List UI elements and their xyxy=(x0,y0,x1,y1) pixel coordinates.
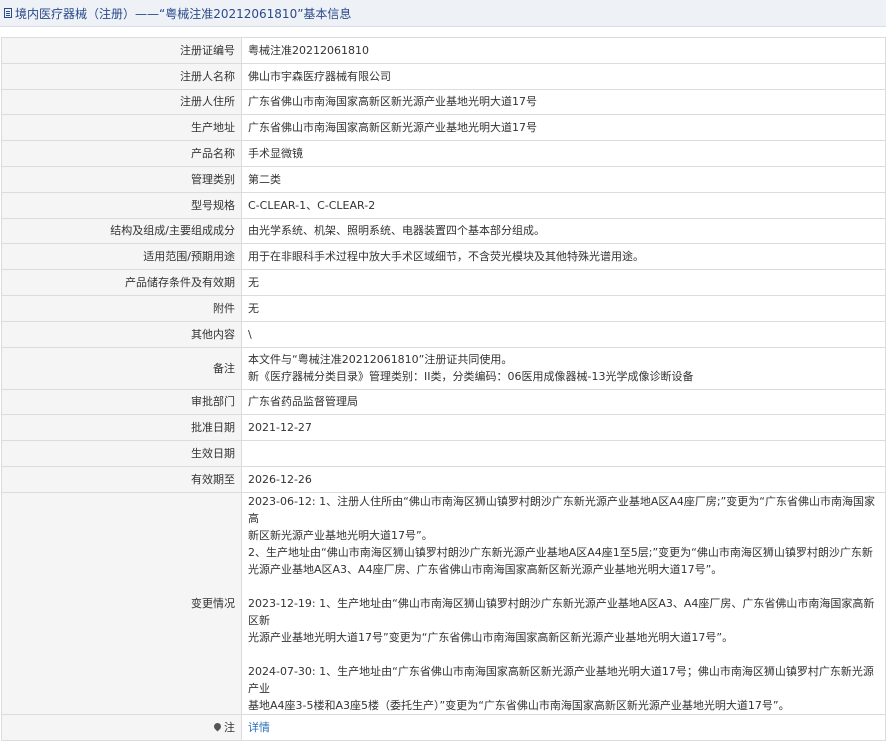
remark-row: 备注 本文件与“粤械注准20212061810”注册证共同使用。 新《医疗器械分… xyxy=(1,346,886,390)
field-label: 附件 xyxy=(1,294,242,322)
field-label: 审批部门 xyxy=(1,388,242,416)
change-spacer xyxy=(248,646,879,663)
page-title: 境内医疗器械（注册）——“粤械注准20212061810”基本信息 xyxy=(15,6,352,21)
table-row: 有效期至 2026-12-26 xyxy=(1,465,886,493)
field-value: C-CLEAR-1、C-CLEAR-2 xyxy=(241,191,886,219)
remark-line: 本文件与“粤械注准20212061810”注册证共同使用。 xyxy=(248,353,513,367)
table-row: 附件无 xyxy=(1,294,886,322)
table-row: 其他内容 \ xyxy=(1,320,886,348)
field-label: 备注 xyxy=(1,346,242,390)
field-value: 广东省药品监督管理局 xyxy=(241,388,886,416)
table-row: 产品储存条件及有效期无 xyxy=(1,269,886,296)
field-value: \ xyxy=(241,320,886,348)
changes-value: 2023-06-12: 1、注册人住所由“佛山市南海区狮山镇罗村朗沙广东新光源产… xyxy=(241,491,886,715)
table-row: 生产地址 广东省佛山市南海国家高新区新光源产业基地光明大道17号 xyxy=(1,114,886,142)
field-label: 有效期至 xyxy=(1,465,242,493)
table-row: 型号规格 C-CLEAR-1、C-CLEAR-2 xyxy=(1,191,886,219)
remark-line: 新《医疗器械分类目录》管理类别：II类，分类编码：06医用成像器械-13光学成像… xyxy=(248,370,694,384)
table-row: 产品名称 手术显微镜 xyxy=(1,140,886,167)
field-value: 广东省佛山市南海国家高新区新光源产业基地光明大道17号 xyxy=(241,88,886,116)
field-value: 第二类 xyxy=(241,165,886,193)
table-row: 注册证编号 粤械注准20212061810 xyxy=(1,37,886,64)
info-table: 注册证编号 粤械注准20212061810 注册人名称 佛山市宇森医疗器械有限公司 … xyxy=(1,37,886,741)
field-label: 生效日期 xyxy=(1,440,242,467)
field-label: 适用范围/预期用途 xyxy=(1,243,242,271)
field-value: 由光学系统、机架、照明系统、电器装置四个基本部分组成。 xyxy=(241,217,886,245)
change-line: 2、生产地址由“佛山市南海区狮山镇罗村朗沙广东新光源产业基地A区A4座1至5层;… xyxy=(248,545,873,559)
field-label: 型号规格 xyxy=(1,191,242,219)
change-line: 基地A4座3-5楼和A3座5楼（委托生产）”变更为“广东省佛山市南海国家高新区新… xyxy=(248,698,790,712)
changes-row: 变更情况 2023-06-12: 1、注册人住所由“佛山市南海区狮山镇罗村朗沙广… xyxy=(1,491,886,715)
table-row: 审批部门 广东省药品监督管理局 xyxy=(1,388,886,416)
field-value: 佛山市宇森医疗器械有限公司 xyxy=(241,62,886,90)
field-value: 手术显微镜 xyxy=(241,140,886,167)
table-row: 管理类别 第二类 xyxy=(1,165,886,193)
note-label-cell: 注 xyxy=(1,713,242,741)
field-label: 产品储存条件及有效期 xyxy=(1,269,242,296)
table-row: 适用范围/预期用途 用于在非眼科手术过程中放大手术区域细节，不含荧光模块及其他特殊… xyxy=(1,243,886,271)
table-row: 注册人住所 广东省佛山市南海国家高新区新光源产业基地光明大道17号 xyxy=(1,88,886,116)
change-line: 光源产业基地A区A3、A4座厂房、广东省佛山市南海国家高新区新光源产业基地光明大… xyxy=(248,562,723,576)
field-label: 产品名称 xyxy=(1,140,242,167)
field-label: 管理类别 xyxy=(1,165,242,193)
field-value: 无 xyxy=(241,294,886,322)
field-label: 结构及组成/主要组成成分 xyxy=(1,217,242,245)
change-line: 2023-12-19: 1、生产地址由“佛山市南海区狮山镇罗村朗沙广东新光源产业… xyxy=(248,596,875,627)
note-value: 详情 xyxy=(241,713,886,741)
change-line: 2024-07-30: 1、生产地址由“广东省佛山市南海国家高新区新光源产业基地… xyxy=(248,664,874,695)
change-line: 2023-06-12: 1、注册人住所由“佛山市南海区狮山镇罗村朗沙广东新光源产… xyxy=(248,494,875,525)
field-label: 注册人住所 xyxy=(1,88,242,116)
document-icon xyxy=(4,8,12,18)
field-label: 生产地址 xyxy=(1,114,242,142)
change-spacer xyxy=(248,578,879,595)
table-row: 批准日期 2021-12-27 xyxy=(1,414,886,442)
field-value: 无 xyxy=(241,269,886,296)
field-value: 广东省佛山市南海国家高新区新光源产业基地光明大道17号 xyxy=(241,114,886,142)
page-header: 境内医疗器械（注册）——“粤械注准20212061810”基本信息 xyxy=(0,0,886,27)
field-label: 批准日期 xyxy=(1,414,242,442)
field-value: 2021-12-27 xyxy=(241,414,886,442)
field-value: 2026-12-26 xyxy=(241,465,886,493)
change-line: 光源产业基地光明大道17号”变更为“广东省佛山市南海国家高新区新光源产业基地光明… xyxy=(248,630,734,644)
table-row: 注册人名称 佛山市宇森医疗器械有限公司 xyxy=(1,62,886,90)
field-value: 用于在非眼科手术过程中放大手术区域细节，不含荧光模块及其他特殊光谱用途。 xyxy=(241,243,886,271)
note-row: 注 详情 xyxy=(1,713,886,741)
field-label: 变更情况 xyxy=(1,491,242,715)
field-label: 注册人名称 xyxy=(1,62,242,90)
change-line: 新区新光源产业基地光明大道17号”。 xyxy=(248,528,433,542)
field-value xyxy=(241,440,886,467)
field-value: 粤械注准20212061810 xyxy=(241,37,886,64)
field-label: 其他内容 xyxy=(1,320,242,348)
remark-value: 本文件与“粤械注准20212061810”注册证共同使用。 新《医疗器械分类目录… xyxy=(241,346,886,390)
table-row: 生效日期 xyxy=(1,440,886,467)
table-row: 结构及组成/主要组成成分 由光学系统、机架、照明系统、电器装置四个基本部分组成。 xyxy=(1,217,886,245)
field-label: 注册证编号 xyxy=(1,37,242,64)
